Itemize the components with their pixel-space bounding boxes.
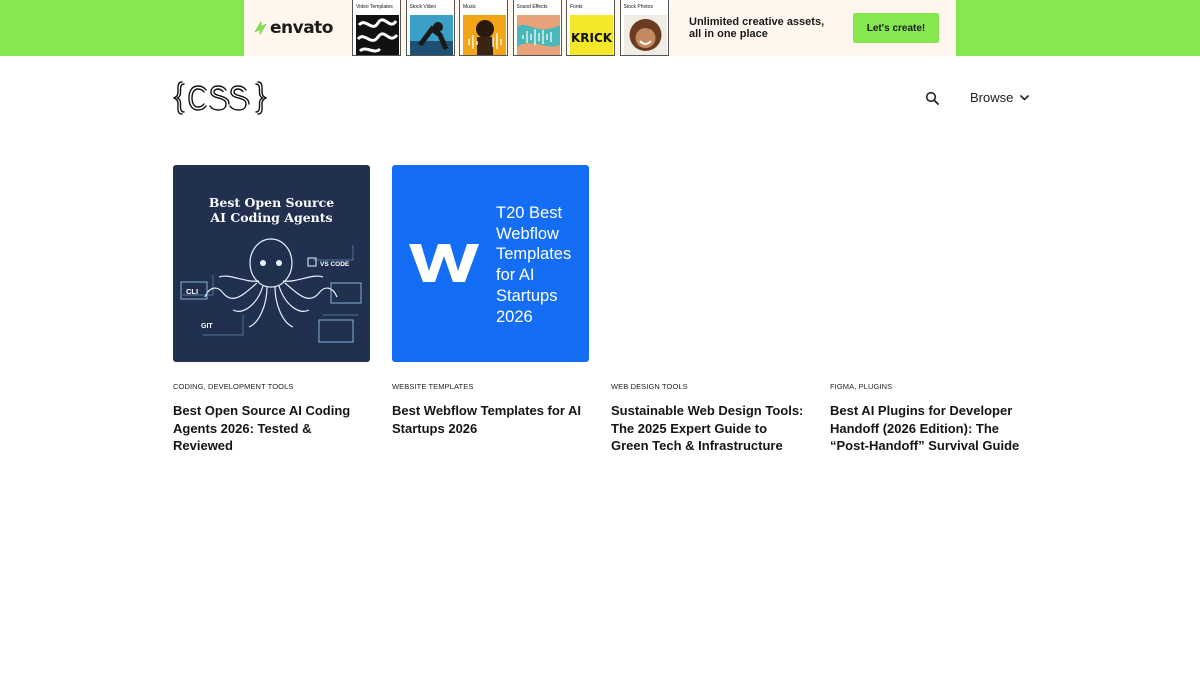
tile-label: Fonts: [570, 4, 583, 10]
article-card: WEB DESIGN TOOLS Sustainable Web Design …: [611, 165, 808, 455]
article-card: T20 Best Webflow Templates for AI Startu…: [392, 165, 589, 455]
article-card: Best Open Source AI Coding Agents VS COD…: [173, 165, 370, 455]
tile-label: Music: [463, 4, 477, 10]
envato-ad[interactable]: envato Video Templates Stock Video Music…: [244, 0, 956, 56]
envato-leaf-icon: [254, 20, 267, 36]
promo-text: Unlimited creative assets, all in one pl…: [689, 16, 839, 40]
article-thumbnail[interactable]: [830, 165, 1027, 362]
thumbnail-title: T20 Best Webflow Templates for AI Startu…: [496, 204, 572, 326]
git-label: GIT: [201, 323, 213, 330]
stock-photos-thumb: [623, 15, 667, 55]
tile-label: Sound Effects: [516, 4, 548, 10]
article-category[interactable]: WEB DESIGN TOOLS: [611, 382, 808, 394]
promo-line-2: all in one place: [689, 28, 768, 40]
tile-label: Stock Video: [409, 4, 437, 10]
promo-banner-bar: envato Video Templates Stock Video Music…: [0, 0, 1200, 56]
tile-sound-effects[interactable]: Sound Effects: [512, 0, 562, 56]
envato-logo[interactable]: envato: [254, 18, 350, 38]
envato-wordmark: envato: [270, 18, 334, 38]
site-header: Browse: [0, 56, 1200, 141]
article-grid: Best Open Source AI Coding Agents VS COD…: [173, 165, 1049, 455]
tile-music[interactable]: Music: [459, 0, 508, 56]
tile-label: Video Templates: [356, 4, 393, 10]
article-thumbnail[interactable]: T20 Best Webflow Templates for AI Startu…: [392, 165, 589, 362]
css-logo[interactable]: [173, 80, 267, 116]
fonts-sample-text: KRICK: [571, 31, 613, 45]
tile-stock-video[interactable]: Stock Video: [405, 0, 455, 56]
tile-stock-photos[interactable]: Stock Photos: [619, 0, 669, 56]
article-thumbnail[interactable]: Best Open Source AI Coding Agents VS COD…: [173, 165, 370, 362]
article-thumbnail[interactable]: [611, 165, 808, 362]
search-icon[interactable]: [925, 91, 940, 106]
browse-label: Browse: [970, 90, 1014, 105]
article-title[interactable]: Sustainable Web Design Tools: The 2025 E…: [611, 402, 808, 455]
article-category[interactable]: CODING, DEVELOPMENT TOOLS: [173, 382, 370, 394]
lets-create-button[interactable]: Let's create!: [853, 13, 939, 43]
cli-label: CLI: [186, 287, 198, 296]
article-card: FIGMA, PLUGINS Best AI Plugins for Devel…: [830, 165, 1027, 455]
promo-line-1: Unlimited creative assets,: [689, 16, 825, 28]
asset-category-tiles: Video Templates Stock Video Music Sound …: [352, 0, 673, 56]
octopus-illustration: VS CODE CLI GIT: [180, 238, 362, 343]
browse-menu[interactable]: Browse: [970, 90, 1030, 105]
tile-label: Stock Photos: [623, 4, 653, 10]
video-templates-thumb: [356, 15, 399, 55]
chevron-down-icon: [1020, 94, 1030, 101]
tile-video-templates[interactable]: Video Templates: [352, 0, 401, 56]
music-thumb: [463, 15, 506, 55]
tile-fonts[interactable]: Fonts KRICK: [566, 0, 615, 56]
vs-code-label: VS CODE: [320, 261, 350, 268]
article-category[interactable]: FIGMA, PLUGINS: [830, 382, 1027, 394]
article-category[interactable]: WEBSITE TEMPLATES: [392, 382, 589, 394]
webflow-logo-icon: [409, 244, 479, 282]
article-title[interactable]: Best AI Plugins for Developer Handoff (2…: [830, 402, 1027, 455]
stock-video-thumb: [409, 15, 453, 55]
article-title[interactable]: Best Webflow Templates for AI Startups 2…: [392, 402, 589, 437]
sound-effects-thumb: [516, 15, 560, 55]
article-title[interactable]: Best Open Source AI Coding Agents 2026: …: [173, 402, 370, 455]
fonts-thumb: KRICK: [570, 15, 613, 55]
